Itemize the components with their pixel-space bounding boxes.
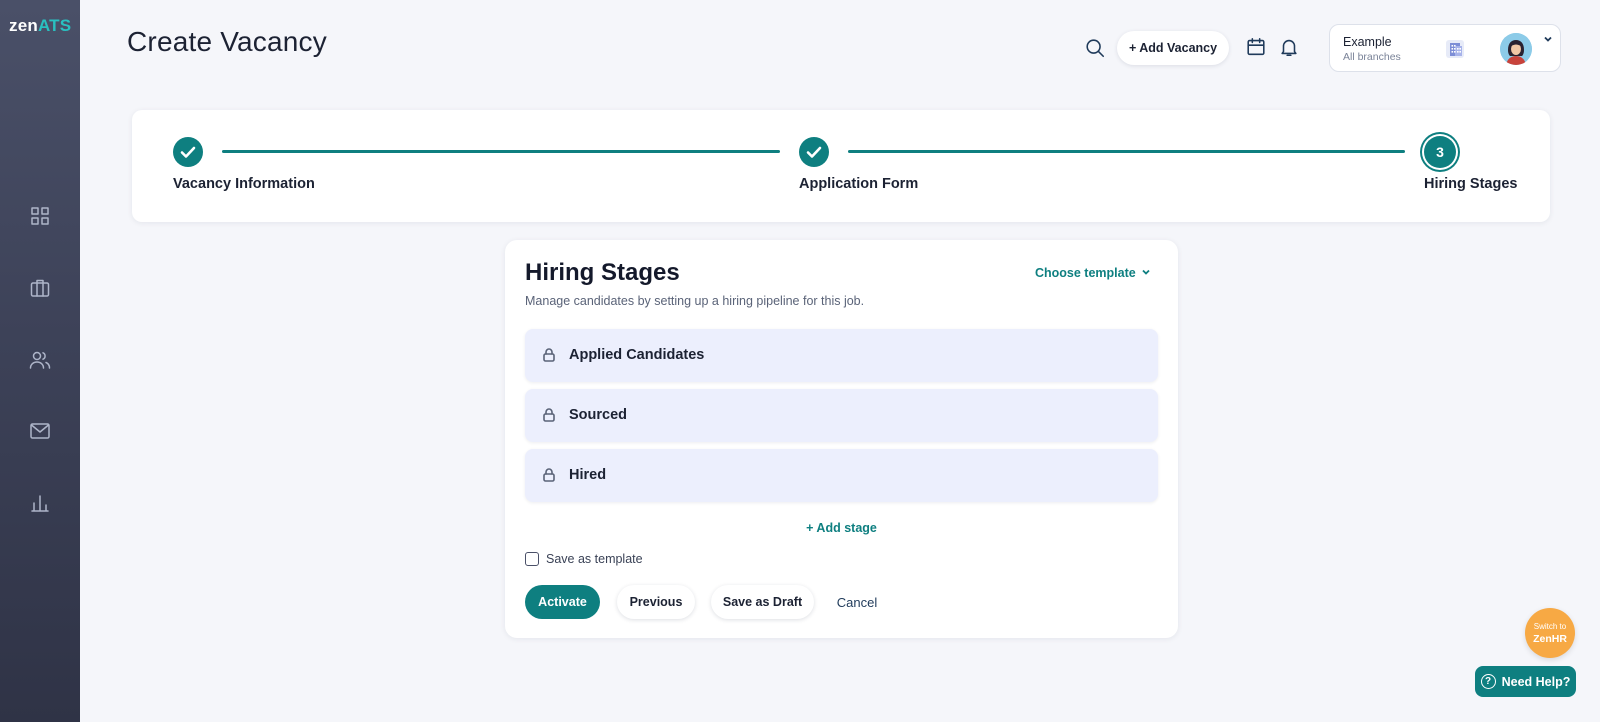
step-1-check-icon xyxy=(173,137,203,167)
save-as-draft-button[interactable]: Save as Draft xyxy=(711,585,814,619)
switch-line-1: Switch to xyxy=(1533,622,1567,631)
stage-name: Hired xyxy=(569,467,607,483)
add-stage-link[interactable]: + Add stage xyxy=(505,521,1178,535)
sidebar: zenATS xyxy=(0,0,80,722)
stage-row[interactable]: Hired xyxy=(525,449,1158,502)
stage-name: Applied Candidates xyxy=(569,347,705,363)
user-avatar[interactable] xyxy=(1500,33,1532,65)
step-2-check-icon xyxy=(799,137,829,167)
progress-stepper: Vacancy Information Application Form 3 H… xyxy=(132,110,1550,222)
chevron-down-icon[interactable] xyxy=(1542,32,1554,44)
search-icon[interactable] xyxy=(1084,37,1106,59)
logo-part-ats: ATS xyxy=(37,16,72,35)
company-branches: All branches xyxy=(1343,51,1401,63)
need-help-label: Need Help? xyxy=(1501,674,1571,689)
previous-button[interactable]: Previous xyxy=(617,585,695,619)
lock-icon xyxy=(541,407,557,423)
chevron-down-icon xyxy=(1141,266,1151,280)
page-title: Create Vacancy xyxy=(127,26,327,57)
step-connector-2 xyxy=(848,150,1405,153)
bar-chart-icon[interactable] xyxy=(28,491,52,515)
logo-part-zen: zen xyxy=(9,16,38,35)
step-2-label: Application Form xyxy=(799,176,919,192)
stage-row[interactable]: Sourced xyxy=(525,389,1158,442)
save-as-template-checkbox[interactable] xyxy=(525,552,539,566)
card-title: Hiring Stages xyxy=(525,259,680,286)
stage-name: Sourced xyxy=(569,407,628,423)
switch-line-2: ZenHR xyxy=(1533,633,1567,645)
calendar-icon[interactable] xyxy=(1245,36,1267,58)
notification-bell-icon[interactable] xyxy=(1278,36,1300,58)
users-icon[interactable] xyxy=(28,348,52,372)
company-switcher[interactable]: Example All branches xyxy=(1329,24,1561,72)
choose-template-dropdown[interactable]: Choose template xyxy=(1035,266,1151,280)
save-as-template-label: Save as template xyxy=(546,552,643,566)
briefcase-icon[interactable] xyxy=(28,276,52,300)
save-as-template-toggle[interactable]: Save as template xyxy=(525,552,643,566)
step-connector-1 xyxy=(222,150,780,153)
activate-button[interactable]: Activate xyxy=(525,585,600,619)
add-vacancy-button[interactable]: + Add Vacancy xyxy=(1117,31,1229,65)
switch-to-zenhr-button[interactable]: Switch to ZenHR xyxy=(1525,608,1575,658)
need-help-button[interactable]: ? Need Help? xyxy=(1475,666,1576,697)
hiring-stages-card: Hiring Stages Manage candidates by setti… xyxy=(505,240,1178,638)
step-3-label: Hiring Stages xyxy=(1424,176,1518,192)
lock-icon xyxy=(541,467,557,483)
card-subtitle: Manage candidates by setting up a hiring… xyxy=(525,294,865,308)
step-1-label: Vacancy Information xyxy=(173,176,315,192)
stage-row[interactable]: Applied Candidates xyxy=(525,329,1158,382)
question-icon: ? xyxy=(1480,674,1496,689)
lock-icon xyxy=(541,347,557,363)
cancel-button[interactable]: Cancel xyxy=(827,585,887,619)
step-3-number: 3 xyxy=(1424,136,1456,168)
mail-icon[interactable] xyxy=(28,419,52,443)
company-name: Example xyxy=(1343,35,1392,49)
dashboard-icon[interactable] xyxy=(28,204,52,228)
zenats-logo[interactable]: zenATS xyxy=(9,16,71,36)
choose-template-label: Choose template xyxy=(1035,266,1136,280)
building-icon xyxy=(1443,37,1467,61)
